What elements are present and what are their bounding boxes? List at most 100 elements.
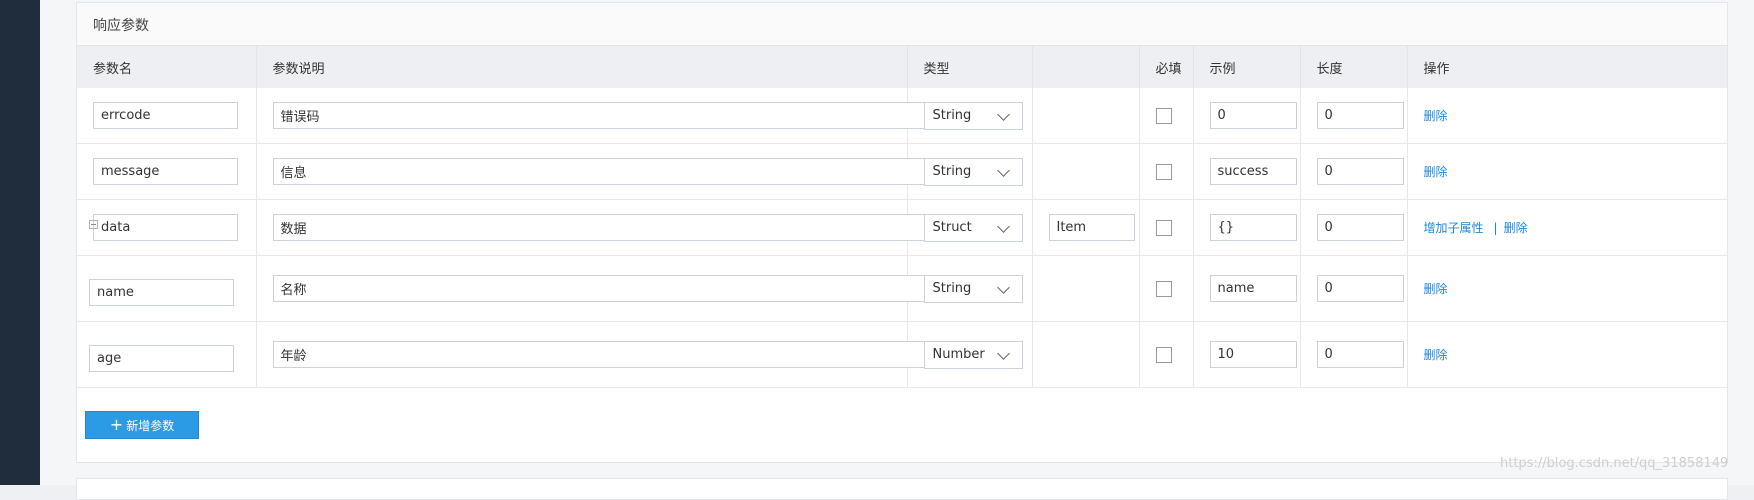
delete-link[interactable]: 删除 [1424, 348, 1448, 362]
cell-desc [256, 88, 967, 144]
required-checkbox[interactable] [1155, 163, 1172, 180]
param-desc-input[interactable] [272, 102, 967, 129]
cell-action: 删除 [1407, 321, 1728, 388]
col-header-action: 操作 [1407, 46, 1728, 88]
cell-length [1300, 255, 1408, 322]
type-select-value: String [932, 108, 972, 123]
col-header-ref [1032, 46, 1140, 88]
param-name-input[interactable] [93, 214, 238, 241]
params-table: 参数名 参数说明 类型 必填 示例 长度 操作 errcode 错误码 Stri… [77, 46, 1728, 388]
required-checkbox[interactable] [1155, 219, 1172, 236]
required-checkbox[interactable] [1155, 107, 1172, 124]
app-sidebar [0, 0, 40, 485]
type-select[interactable]: String [923, 101, 1023, 130]
cell-length [1300, 88, 1408, 144]
example-input[interactable] [1209, 158, 1297, 185]
cell-ref [1032, 255, 1140, 322]
cell-length [1300, 321, 1408, 388]
chevron-down-icon [996, 280, 1010, 294]
collapse-icon[interactable] [89, 220, 98, 229]
cell-length [1300, 143, 1408, 200]
chevron-down-icon [996, 219, 1010, 233]
table-row: Number 删除 [77, 321, 1728, 388]
cell-desc [256, 255, 967, 322]
col-header-desc: 参数说明 [256, 46, 908, 88]
col-header-name: 参数名 [77, 46, 257, 88]
required-checkbox[interactable] [1155, 280, 1172, 297]
type-select[interactable]: Number [923, 340, 1023, 369]
cell-action: 删除 [1407, 143, 1728, 200]
type-select[interactable]: Struct [923, 213, 1023, 242]
delete-link[interactable]: 删除 [1424, 282, 1448, 296]
param-desc-input[interactable] [272, 275, 967, 302]
add-param-button[interactable]: + 新增参数 [85, 411, 199, 439]
cell-required [1139, 88, 1194, 144]
param-name-input[interactable] [89, 279, 234, 306]
delete-link[interactable]: 删除 [1504, 221, 1528, 235]
cell-ref [1032, 199, 1140, 256]
delete-link[interactable]: 删除 [1424, 109, 1448, 123]
cell-example [1193, 143, 1301, 200]
param-name-input[interactable] [93, 158, 238, 185]
cell-action: 删除 [1407, 255, 1728, 322]
param-name-input[interactable] [89, 345, 234, 372]
col-header-length: 长度 [1300, 46, 1408, 88]
response-params-panel: 响应参数 参数名 参数说明 类型 必填 示例 长度 操作 errcode 错误码… [76, 2, 1728, 463]
type-select[interactable]: String [923, 157, 1023, 186]
cell-desc [256, 321, 967, 388]
cell-desc [256, 199, 967, 256]
cell-name [77, 143, 257, 200]
length-input[interactable] [1316, 214, 1404, 241]
table-row: String 删除 [77, 255, 1728, 322]
plus-icon: + [109, 415, 124, 434]
cell-ref [1032, 88, 1140, 144]
cell-name [77, 199, 257, 256]
cell-example [1193, 321, 1301, 388]
table-header-row: 参数名 参数说明 类型 必填 示例 长度 操作 [77, 46, 1728, 88]
length-input[interactable] [1316, 102, 1404, 129]
cell-ref [1032, 321, 1140, 388]
panel-header: 响应参数 [77, 3, 1727, 46]
cell-type: String [907, 255, 1033, 322]
example-input[interactable] [1209, 214, 1297, 241]
delete-link[interactable]: 删除 [1424, 165, 1448, 179]
table-row: Struct 增加子属性 | 删除 [77, 199, 1728, 256]
type-select-value: String [932, 281, 972, 296]
cell-type: String [907, 143, 1033, 200]
example-input[interactable] [1209, 102, 1297, 129]
param-desc-input[interactable] [272, 158, 967, 185]
col-header-example: 示例 [1193, 46, 1301, 88]
col-header-required: 必填 [1139, 46, 1194, 88]
chevron-down-icon [996, 163, 1010, 177]
type-select-value: String [932, 164, 972, 179]
cell-required [1139, 143, 1194, 200]
add-child-link[interactable]: 增加子属性 [1424, 221, 1484, 235]
length-input[interactable] [1316, 341, 1404, 368]
cell-type: Struct [907, 199, 1033, 256]
cell-type: String [907, 88, 1033, 144]
length-input[interactable] [1316, 158, 1404, 185]
required-checkbox[interactable] [1155, 346, 1172, 363]
struct-ref-input[interactable] [1048, 214, 1135, 241]
cell-name [77, 88, 257, 144]
length-input[interactable] [1316, 275, 1404, 302]
col-header-type: 类型 [907, 46, 1033, 88]
watermark: https://blog.csdn.net/qq_31858149 [1500, 456, 1729, 471]
table-row: String 删除 [77, 88, 1728, 144]
cell-example [1193, 88, 1301, 144]
action-separator: | [1493, 221, 1498, 235]
cell-desc [256, 143, 967, 200]
type-select[interactable]: String [923, 274, 1023, 303]
cell-name [77, 321, 257, 388]
param-desc-input[interactable] [272, 341, 967, 368]
param-desc-input[interactable] [272, 214, 967, 241]
param-name-input[interactable] [93, 102, 238, 129]
chevron-down-icon [996, 107, 1010, 121]
example-input[interactable] [1209, 275, 1297, 302]
table-row: String 删除 [77, 143, 1728, 200]
type-select-value: Number [932, 347, 985, 362]
cell-example [1193, 199, 1301, 256]
cell-action: 增加子属性 | 删除 [1407, 199, 1728, 256]
chevron-down-icon [996, 346, 1010, 360]
example-input[interactable] [1209, 341, 1297, 368]
